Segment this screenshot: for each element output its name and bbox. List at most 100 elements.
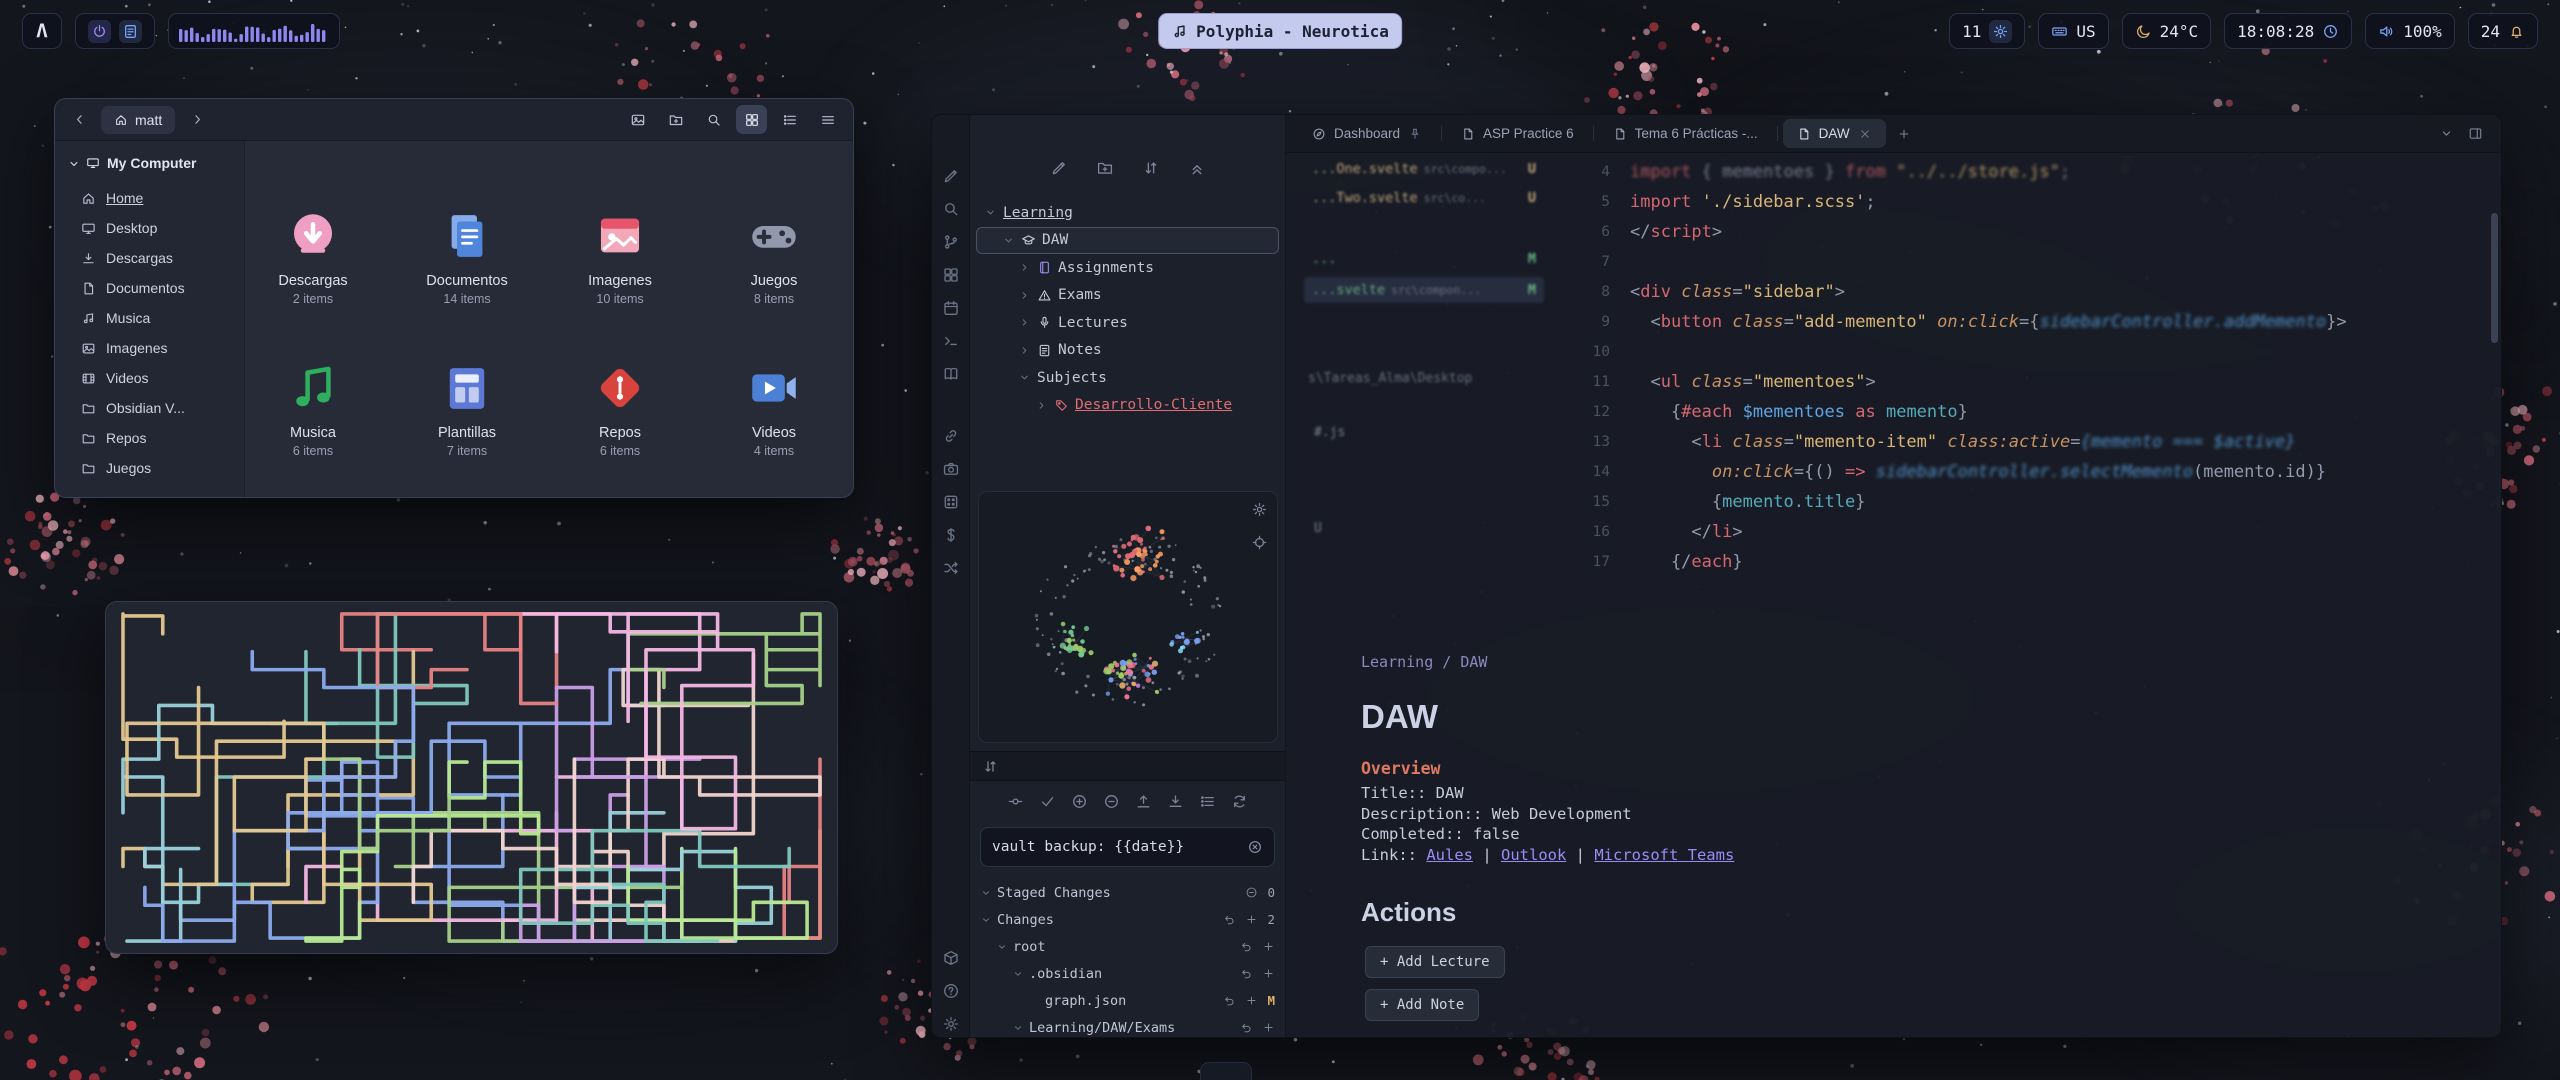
graph-settings-icon[interactable]	[1251, 501, 1268, 518]
chevron-down-icon[interactable]	[996, 941, 1008, 953]
search-icon[interactable]	[942, 200, 960, 218]
tree-item-exams[interactable]: Exams	[976, 282, 1279, 310]
folder-plantillas[interactable]: Plantillas7 items	[396, 345, 538, 493]
pull-icon[interactable]	[1167, 793, 1184, 810]
tree-item-desarrollo-cliente[interactable]: Desarrollo-Cliente	[976, 392, 1279, 420]
git-row-graph-json[interactable]: graph.jsonM	[976, 987, 1279, 1014]
dock-handle[interactable]	[1200, 1062, 1252, 1080]
chevron-right-icon[interactable]	[1018, 289, 1031, 302]
book-icon[interactable]	[942, 365, 960, 383]
shuffle-icon[interactable]	[942, 559, 960, 577]
panel-switcher-icon[interactable]	[982, 758, 999, 775]
tab-dashboard[interactable]: Dashboard	[1298, 119, 1436, 148]
git-branch-icon[interactable]	[942, 233, 960, 251]
chevron-right-icon[interactable]	[1018, 316, 1031, 329]
tree-item-learning[interactable]: Learning	[976, 199, 1279, 227]
terminal-icon[interactable]	[942, 332, 960, 350]
stage-icon[interactable]	[1245, 913, 1258, 926]
notifications-pill[interactable]: 24	[2468, 13, 2538, 49]
discard-icon[interactable]	[1240, 967, 1253, 980]
folder-juegos[interactable]: Juegos8 items	[703, 193, 845, 341]
git-row-changes[interactable]: Changes2	[976, 906, 1279, 933]
new-folder-icon[interactable]	[660, 105, 691, 134]
details-icon[interactable]	[1199, 793, 1216, 810]
discard-icon[interactable]	[1240, 1021, 1253, 1034]
discard-icon[interactable]	[1240, 940, 1253, 953]
camera-icon[interactable]	[942, 460, 960, 478]
search-icon[interactable]	[698, 105, 729, 134]
note-breadcrumb[interactable]: Learning / DAW	[1361, 653, 1487, 671]
vault-icon[interactable]	[942, 949, 960, 967]
chevron-down-icon[interactable]	[980, 887, 992, 899]
sidebar-item-imagenes[interactable]: Imagenes	[55, 333, 244, 363]
sidebar-item-videos[interactable]: Videos	[55, 363, 244, 393]
commit-message-input[interactable]: vault backup: {{date}}	[980, 827, 1275, 867]
new-folder-icon[interactable]	[1096, 159, 1114, 177]
folder-descargas[interactable]: Descargas2 items	[242, 193, 384, 341]
grid-view-icon[interactable]	[736, 105, 767, 134]
graph-view[interactable]	[979, 492, 1277, 742]
discard-icon[interactable]	[1223, 913, 1236, 926]
new-note-icon[interactable]	[942, 167, 960, 185]
git-row-obsidian[interactable]: .obsidian	[976, 960, 1279, 987]
tree-item-daw[interactable]: DAW	[976, 227, 1279, 255]
workspaces-pill[interactable]: 11	[1949, 13, 2025, 49]
stage-icon[interactable]	[1262, 967, 1275, 980]
settings-icon[interactable]	[942, 1015, 960, 1033]
link-microsoft-teams[interactable]: Microsoft Teams	[1594, 846, 1734, 864]
git-row-root[interactable]: root	[976, 933, 1279, 960]
help-icon[interactable]	[942, 982, 960, 1000]
tab-list-icon[interactable]	[2439, 126, 2454, 141]
unstage-all-icon[interactable]	[1245, 886, 1258, 899]
tree-item-assignments[interactable]: Assignments	[976, 254, 1279, 282]
screenshot-icon[interactable]	[622, 105, 653, 134]
chevron-down-icon[interactable]	[980, 914, 992, 926]
chevron-down-icon[interactable]	[1012, 1022, 1024, 1034]
sort-icon[interactable]	[1142, 159, 1160, 177]
graph-focus-icon[interactable]	[1251, 534, 1268, 551]
breadcrumb[interactable]: matt	[101, 106, 175, 134]
folder-repos[interactable]: Repos6 items	[549, 345, 691, 493]
folder-documentos[interactable]: Documentos14 items	[396, 193, 538, 341]
toggle-sidebar-icon[interactable]	[2468, 126, 2483, 141]
action-button-add-lecture[interactable]: + Add Lecture	[1365, 946, 1505, 978]
tab-asp-practice-6[interactable]: ASP Practice 6	[1447, 119, 1588, 148]
stage-icon[interactable]	[1262, 1021, 1275, 1034]
notes-icon[interactable]	[119, 20, 142, 43]
discard-icon[interactable]	[1223, 994, 1236, 1007]
action-button-add-note[interactable]: + Add Note	[1365, 989, 1479, 1021]
scrollbar[interactable]	[2491, 213, 2498, 343]
git-row-learning-daw-exams[interactable]: Learning/DAW/Exams	[976, 1014, 1279, 1037]
link-aules[interactable]: Aules	[1426, 846, 1473, 864]
chevron-down-icon[interactable]	[1012, 968, 1024, 980]
stage-icon[interactable]	[1262, 940, 1275, 953]
collapse-icon[interactable]	[1188, 159, 1206, 177]
stage-all-icon[interactable]	[1071, 793, 1088, 810]
push-icon[interactable]	[1135, 793, 1152, 810]
unstage-all-icon[interactable]	[1103, 793, 1120, 810]
tab-tema-6-pr-cticas[interactable]: Tema 6 Prácticas -...	[1599, 119, 1772, 148]
weather-pill[interactable]: 24°C	[2122, 13, 2212, 49]
chevron-right-icon[interactable]	[1035, 399, 1048, 412]
sidebar-item-musica[interactable]: Musica	[55, 303, 244, 333]
new-tab-icon[interactable]	[1891, 121, 1917, 147]
menu-icon[interactable]	[812, 105, 843, 134]
check-icon[interactable]	[1039, 793, 1056, 810]
forward-button[interactable]	[183, 106, 211, 134]
back-button[interactable]	[65, 106, 93, 134]
stage-icon[interactable]	[1245, 994, 1258, 1007]
calendar-icon[interactable]	[942, 299, 960, 317]
sidebar-item-repos[interactable]: Repos	[55, 423, 244, 453]
chevron-down-icon[interactable]	[984, 206, 997, 219]
keyboard-layout-pill[interactable]: US	[2038, 13, 2108, 49]
close-tab-icon[interactable]	[1858, 127, 1872, 141]
new-note-icon[interactable]	[1050, 159, 1068, 177]
sidebar-item-obsidian-v[interactable]: Obsidian V...	[55, 393, 244, 423]
chevron-right-icon[interactable]	[1018, 261, 1031, 274]
folder-videos[interactable]: Videos4 items	[703, 345, 845, 493]
folder-musica[interactable]: Musica6 items	[242, 345, 384, 493]
chevron-down-icon[interactable]	[1018, 371, 1031, 384]
link-outlook[interactable]: Outlook	[1501, 846, 1566, 864]
sidebar-item-documentos[interactable]: Documentos	[55, 273, 244, 303]
sidebar-header[interactable]: My Computer	[55, 151, 244, 175]
